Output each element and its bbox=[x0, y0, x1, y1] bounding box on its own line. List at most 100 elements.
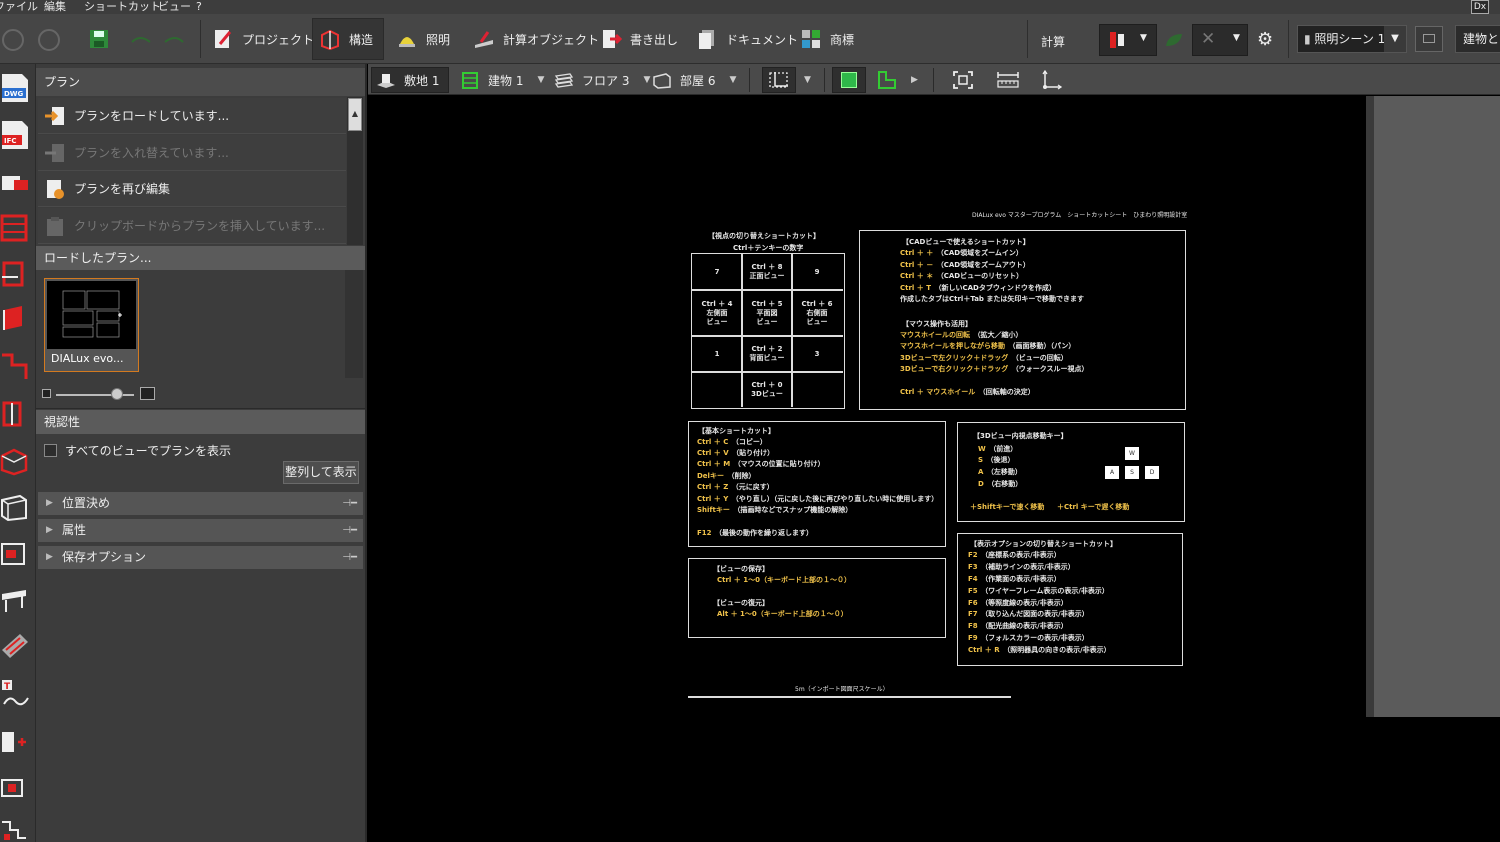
menu-shortcut[interactable]: ショートカット bbox=[84, 0, 161, 13]
tab-trademark[interactable]: 商標 bbox=[800, 18, 854, 60]
cad-note: 作成したタブはCtrl＋Tab または矢印キーで移動できます bbox=[900, 295, 1084, 303]
numpad-cell: Ctrl ＋ 4 左側面 ビュー bbox=[701, 299, 733, 326]
chevron-right-icon[interactable]: ▶ bbox=[911, 67, 918, 93]
slider-knob[interactable] bbox=[111, 388, 123, 400]
coordinate-button[interactable] bbox=[1041, 67, 1063, 93]
tab-documents[interactable]: ドキュメント bbox=[696, 18, 798, 60]
background-sheet bbox=[1366, 96, 1500, 717]
save-button[interactable] bbox=[88, 18, 118, 60]
building-button[interactable]: 建物と bbox=[1455, 25, 1500, 53]
tab-project[interactable]: プロジェクト bbox=[212, 18, 320, 60]
chevron-down-icon[interactable]: ▼ bbox=[804, 67, 811, 93]
menu-edit[interactable]: 編集 bbox=[44, 0, 66, 13]
back-icon[interactable] bbox=[2, 29, 24, 51]
extrusion-tool-icon[interactable] bbox=[0, 444, 30, 476]
tab-calc-objects[interactable]: 計算オブジェクト bbox=[473, 18, 599, 60]
menu-file[interactable]: ファイル bbox=[0, 0, 38, 13]
reedit-plan-item[interactable]: プランを再び編集 bbox=[38, 171, 346, 207]
walk-note-shift: ＋Shiftキーで速く移動 bbox=[970, 503, 1045, 511]
loaded-plans-scrollbar[interactable] bbox=[345, 270, 363, 378]
menu-view[interactable]: ビュー bbox=[158, 0, 191, 13]
loaded-plan-thumbnail[interactable]: DIALux evo... bbox=[44, 278, 139, 372]
numpad-cell: 7 bbox=[714, 267, 720, 276]
hatch-tool-icon[interactable] bbox=[0, 630, 30, 662]
numpad-cell: Ctrl ＋ 8 正面ビュー bbox=[749, 263, 785, 280]
menu-help[interactable]: ? bbox=[196, 0, 202, 13]
light-scene-select[interactable]: ▮ 照明シーン 1 ▼ bbox=[1297, 25, 1407, 53]
ifc-import-icon[interactable]: IFC bbox=[0, 119, 30, 151]
add-object-icon[interactable] bbox=[0, 726, 30, 758]
save-line: Ctrl ＋ 1～0（キーボード上部の１～０） bbox=[717, 576, 851, 584]
checkbox-label: すべてのビューでプランを表示 bbox=[65, 444, 231, 458]
lamp-icon bbox=[399, 37, 415, 47]
gear-icon[interactable]: ⚙ bbox=[1257, 29, 1273, 50]
redo-icon[interactable] bbox=[163, 34, 185, 48]
building-selector[interactable]: 建物 1 ▼ bbox=[460, 67, 544, 93]
scene-settings-button[interactable] bbox=[1415, 26, 1443, 52]
numpad-cell: Ctrl ＋ 6 右側面 ビュー bbox=[801, 299, 833, 326]
thumbnail-size-slider[interactable] bbox=[36, 382, 365, 408]
cube-tool-icon[interactable] bbox=[0, 490, 30, 522]
section-positioning[interactable]: ▶ 位置決め ⊣━ bbox=[38, 492, 363, 515]
svg-text:T: T bbox=[4, 682, 11, 692]
forward-icon[interactable] bbox=[38, 29, 60, 51]
green-cube-icon bbox=[841, 72, 857, 88]
display-line: F7 （取り込んだ図面の表示/非表示） bbox=[968, 610, 1089, 618]
basic-line: Ctrl ＋ M （マウスの位置に貼り付け） bbox=[697, 460, 825, 468]
item-label: プランをロードしています... bbox=[74, 109, 230, 123]
section-attributes[interactable]: ▶ 属性 ⊣━ bbox=[38, 519, 363, 542]
selection-mode-button[interactable] bbox=[762, 67, 796, 93]
window-tool-icon[interactable] bbox=[0, 772, 30, 804]
calc-stop-dropdown[interactable]: ✕ ▼ bbox=[1192, 24, 1248, 56]
stairs-tool-icon[interactable] bbox=[0, 349, 30, 381]
room-selector[interactable]: 部屋 6 ▼ bbox=[652, 67, 736, 93]
building-tool-icon[interactable] bbox=[0, 166, 30, 198]
show-in-all-views-row[interactable]: すべてのビューでプランを表示 bbox=[44, 442, 231, 459]
ruler-icon bbox=[997, 72, 1019, 88]
show-in-all-views-checkbox[interactable] bbox=[44, 444, 57, 457]
calc-start-dropdown[interactable]: ▼ bbox=[1099, 24, 1157, 56]
fit-view-button[interactable] bbox=[952, 67, 974, 93]
pin-icon[interactable]: ⊣━ bbox=[342, 519, 357, 542]
tab-lighting[interactable]: 照明 bbox=[396, 18, 450, 60]
load-plan-item[interactable]: プランをロードしています... bbox=[38, 98, 346, 134]
site-selector[interactable]: 敷地 1 bbox=[371, 67, 449, 93]
box-tool-icon[interactable] bbox=[0, 536, 30, 568]
tool-strip: DWG IFC T bbox=[0, 64, 36, 842]
replace-plan-item[interactable]: プランを入れ替えています... bbox=[38, 135, 346, 171]
room-tool-icon[interactable] bbox=[0, 257, 30, 289]
scroll-up-icon[interactable]: ▲ bbox=[348, 98, 362, 131]
leaf-icon[interactable] bbox=[1164, 32, 1184, 48]
floor-tool-icon[interactable] bbox=[0, 212, 30, 244]
view-switch-title: 【視点の切り替えショートカット】 bbox=[708, 232, 820, 240]
floor-selector[interactable]: フロア 3 ▼ bbox=[554, 67, 650, 93]
pin-icon[interactable]: ⊣━ bbox=[342, 546, 357, 569]
floor-plan-view-button[interactable] bbox=[876, 67, 898, 93]
dwg-import-icon[interactable]: DWG bbox=[0, 72, 30, 104]
floor-plan-icon bbox=[878, 71, 896, 89]
wall-tool-icon[interactable] bbox=[0, 302, 30, 334]
numpad-cell: Ctrl ＋ 2 背面ビュー bbox=[749, 345, 785, 362]
basic-title: 【基本ショートカット】 bbox=[698, 427, 775, 435]
paste-plan-item[interactable]: クリップボードからプランを挿入しています... bbox=[38, 208, 346, 244]
pin-icon[interactable]: ⊣━ bbox=[342, 492, 357, 515]
arrange-button[interactable]: 整列して表示 bbox=[283, 461, 359, 484]
table-tool-icon[interactable] bbox=[0, 584, 30, 616]
tab-export[interactable]: 書き出し bbox=[600, 18, 678, 60]
column-tool-icon[interactable] bbox=[0, 397, 30, 429]
plan-preview bbox=[47, 281, 136, 349]
measure-button[interactable] bbox=[996, 67, 1020, 93]
tab-structure[interactable]: 構造 bbox=[312, 18, 384, 60]
grid-tool-icon[interactable] bbox=[0, 816, 30, 842]
structure-icon bbox=[321, 29, 339, 50]
dx-badge: Dx bbox=[1471, 0, 1489, 14]
display-title: 【表示オプションの切り替えショートカット】 bbox=[970, 540, 1117, 548]
basic-line: Shiftキー （描画時などでスナップ機能の解除） bbox=[697, 506, 853, 514]
undo-icon[interactable] bbox=[130, 34, 152, 48]
plan-scrollbar[interactable]: ▲ bbox=[347, 97, 363, 245]
mouse-line: マウスホイールを押しながら移動 （画面移動）（パン） bbox=[900, 342, 1076, 350]
text-tool-icon[interactable]: T bbox=[0, 678, 30, 710]
3d-view-button[interactable] bbox=[832, 67, 866, 93]
numpad-cell: 3 bbox=[814, 349, 820, 358]
section-save-options[interactable]: ▶ 保存オプション ⊣━ bbox=[38, 546, 363, 569]
